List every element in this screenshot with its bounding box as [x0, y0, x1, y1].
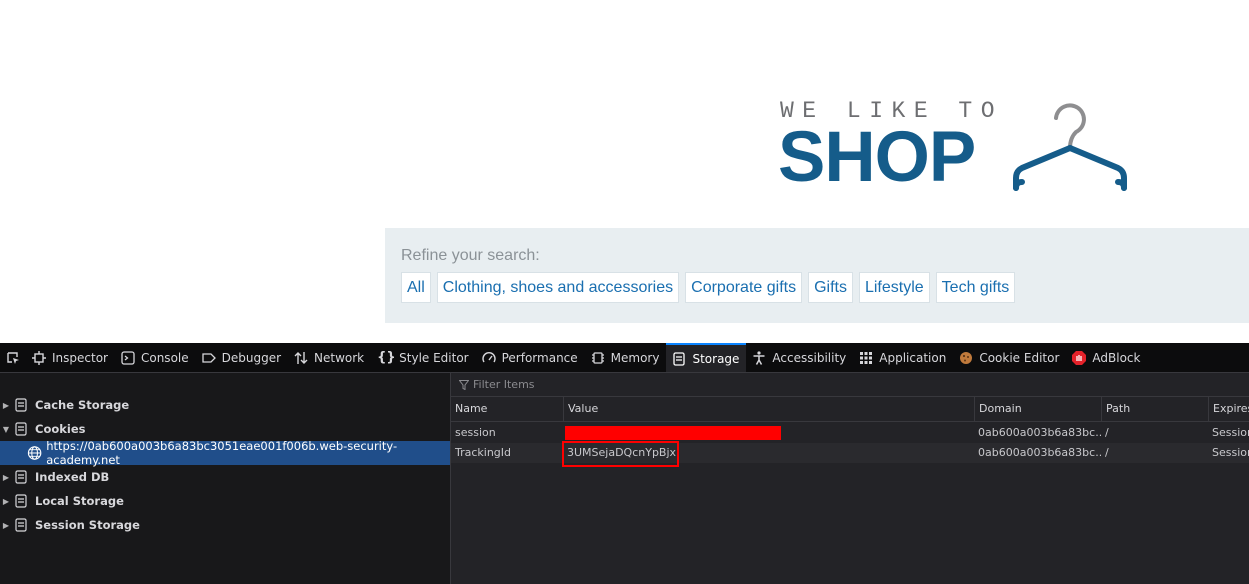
- element-picker-button[interactable]: [0, 343, 26, 372]
- cell-name: TrackingId: [455, 446, 512, 459]
- shop-logo[interactable]: WE LIKE TO SHOP: [778, 96, 1140, 197]
- cell-domain: 0ab600a003b6a83bc...: [978, 446, 1101, 459]
- tab-label: Application: [879, 350, 947, 365]
- tab-inspector[interactable]: Inspector: [26, 343, 115, 372]
- tab-label: Network: [314, 350, 365, 365]
- accessibility-icon: [753, 350, 765, 365]
- application-grid-icon: [860, 351, 873, 364]
- tab-label: Debugger: [221, 350, 282, 365]
- tab-accessibility[interactable]: Accessibility: [746, 343, 853, 372]
- console-icon: [121, 350, 135, 365]
- cookie-icon: [960, 351, 973, 364]
- storage-node-icon: [15, 518, 27, 532]
- storage-tree: ▶ Cache Storage ▼ Cookies https://0ab600…: [0, 373, 451, 584]
- inspector-icon: [32, 350, 46, 365]
- refine-search-label: Refine your search:: [401, 247, 540, 264]
- hanger-icon: [1013, 103, 1127, 191]
- logo-title: SHOP: [778, 118, 976, 197]
- filter-placeholder: Filter Items: [473, 378, 535, 391]
- tab-label: AdBlock: [1092, 350, 1141, 365]
- tab-console[interactable]: Console: [115, 343, 196, 372]
- column-header-expires[interactable]: Expires: [1208, 397, 1249, 421]
- tab-label: Inspector: [52, 350, 108, 365]
- tree-item-cookies[interactable]: ▼ Cookies: [0, 417, 450, 441]
- debugger-icon: [201, 352, 216, 363]
- network-icon: [294, 351, 308, 364]
- adblock-icon: [1072, 350, 1087, 365]
- tab-label: Performance: [501, 350, 578, 365]
- column-header-name[interactable]: Name: [451, 397, 563, 421]
- tree-item-cache-storage[interactable]: ▶ Cache Storage: [0, 393, 450, 417]
- braces-icon: {}: [377, 349, 396, 365]
- expand-arrow-icon[interactable]: ▶: [0, 497, 12, 506]
- collapse-arrow-icon[interactable]: ▼: [0, 425, 12, 434]
- cell-expires: Session: [1212, 426, 1249, 439]
- tab-performance[interactable]: Performance: [476, 343, 585, 372]
- tab-storage[interactable]: Storage: [666, 343, 747, 372]
- tree-item-label: Cookies: [35, 422, 86, 436]
- cell-expires: Session: [1212, 446, 1249, 459]
- table-row[interactable]: TrackingId 3UMSejaDQcnYpBjx' 0ab600a003b…: [451, 441, 1249, 467]
- category-lifestyle[interactable]: Lifestyle: [858, 272, 930, 303]
- tree-item-cookie-host[interactable]: https://0ab600a003b6a83bc3051eae001f006b…: [0, 439, 450, 467]
- expand-arrow-icon[interactable]: ▶: [0, 401, 12, 410]
- tab-memory[interactable]: Memory: [585, 343, 667, 372]
- tree-item-session-storage[interactable]: ▶ Session Storage: [0, 513, 450, 537]
- storage-node-icon: [15, 422, 27, 436]
- category-clothing[interactable]: Clothing, shoes and accessories: [436, 272, 680, 303]
- tree-item-indexed-db[interactable]: ▶ Indexed DB: [0, 465, 450, 489]
- cell-name: session: [455, 426, 496, 439]
- tab-label: Console: [140, 350, 189, 365]
- tab-label: Accessibility: [772, 350, 847, 365]
- category-list: All Clothing, shoes and accessories Corp…: [401, 272, 1016, 303]
- storage-node-icon: [15, 470, 27, 484]
- tab-label: Memory: [610, 350, 660, 365]
- tab-adblock[interactable]: AdBlock: [1066, 343, 1147, 372]
- tree-item-label: Session Storage: [35, 518, 140, 532]
- tab-application[interactable]: Application: [853, 343, 953, 372]
- category-corporate-gifts[interactable]: Corporate gifts: [685, 272, 803, 303]
- column-header-domain[interactable]: Domain: [974, 397, 1101, 421]
- category-all[interactable]: All: [401, 272, 431, 303]
- devtools-panel: Inspector Console Debugger Network {} St…: [0, 343, 1249, 584]
- tab-cookie-editor[interactable]: Cookie Editor: [953, 343, 1066, 372]
- gauge-icon: [481, 351, 496, 362]
- column-header-value[interactable]: Value: [563, 397, 974, 421]
- tab-style-editor[interactable]: {} Style Editor: [371, 343, 475, 372]
- filter-funnel-icon: [459, 379, 469, 390]
- tab-debugger[interactable]: Debugger: [196, 343, 288, 372]
- cell-path: /: [1105, 446, 1109, 459]
- devtools-toolbar: Inspector Console Debugger Network {} St…: [0, 343, 1249, 373]
- tab-label: Cookie Editor: [979, 350, 1060, 365]
- table-header: Name Value Domain Path Expires: [451, 397, 1249, 422]
- picker-icon: [7, 351, 19, 364]
- cell-path: /: [1105, 426, 1109, 439]
- tree-item-label: https://0ab600a003b6a83bc3051eae001f006b…: [46, 439, 398, 467]
- expand-arrow-icon[interactable]: ▶: [0, 521, 12, 530]
- tab-label: Storage: [692, 351, 740, 366]
- category-tech-gifts[interactable]: Tech gifts: [935, 272, 1016, 303]
- table-row[interactable]: session 0ab600a003b6a83bc... / Session: [451, 423, 1249, 443]
- category-filter: Refine your search: All Clothing, shoes …: [385, 228, 1249, 323]
- expand-arrow-icon[interactable]: ▶: [0, 473, 12, 482]
- memory-chip-icon: [591, 351, 604, 364]
- tree-item-local-storage[interactable]: ▶ Local Storage: [0, 489, 450, 513]
- cookie-table-panel: Filter Items Name Value Domain Path Expi…: [451, 373, 1249, 584]
- highlight-box: [562, 441, 679, 467]
- filter-items-input[interactable]: Filter Items: [451, 373, 1249, 397]
- tab-label: Style Editor: [399, 350, 469, 365]
- tab-network[interactable]: Network: [288, 343, 371, 372]
- tree-item-label: Local Storage: [35, 494, 124, 508]
- storage-node-icon: [15, 494, 27, 508]
- column-header-path[interactable]: Path: [1101, 397, 1208, 421]
- storage-node-icon: [15, 398, 27, 412]
- tree-item-label: Cache Storage: [35, 398, 130, 412]
- category-gifts[interactable]: Gifts: [808, 272, 853, 303]
- cell-domain: 0ab600a003b6a83bc...: [978, 426, 1101, 439]
- storage-icon: [673, 351, 686, 366]
- web-page: WE LIKE TO SHOP Refine your search: All …: [0, 0, 1249, 343]
- redaction-bar: [565, 426, 781, 440]
- globe-icon: [27, 446, 42, 460]
- tree-item-label: Indexed DB: [35, 470, 110, 484]
